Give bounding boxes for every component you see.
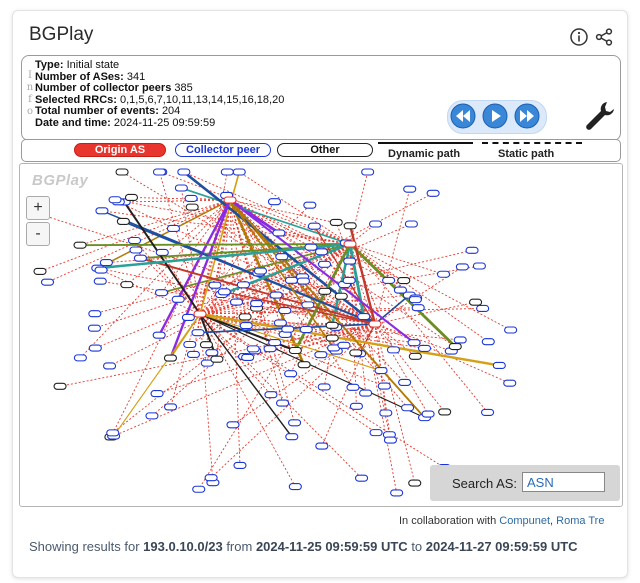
compunet-link[interactable]: Compunet	[499, 515, 550, 527]
legend-dynamic-path: Dynamic path	[378, 140, 473, 160]
info-icon[interactable]	[569, 27, 589, 47]
info-datetime: Date and time: 2024-11-25 09:59:59	[35, 116, 216, 129]
playback-controls	[447, 98, 615, 134]
graph-edges	[33, 168, 518, 497]
legend-other: Other	[277, 143, 373, 157]
info-vertical-label: I n f o	[26, 70, 34, 117]
search-as-label: Search AS:	[452, 476, 518, 491]
widget-title: BGPlay	[29, 24, 94, 45]
roma-tre-link[interactable]: Roma Tre	[556, 515, 604, 527]
results-summary: Showing results for 193.0.10.0/23 from 2…	[29, 539, 578, 554]
info-panel: I n f o Type: Initial state Number of AS…	[21, 55, 621, 141]
results-from: 2024-11-25 09:59:59 UTC	[255, 539, 408, 554]
legend: Origin AS Collector peer Other Dynamic p…	[21, 139, 621, 162]
legend-collector-peer: Collector peer	[175, 143, 271, 157]
legend-origin-as: Origin AS	[74, 143, 166, 157]
zoom-in-button[interactable]: +	[26, 196, 50, 220]
collaboration-note: In collaboration with Compunet, Roma Tre	[399, 515, 605, 527]
fast-forward-icon[interactable]	[514, 103, 540, 129]
play-icon[interactable]	[482, 103, 508, 129]
wrench-icon[interactable]	[583, 99, 617, 133]
results-prefix: 193.0.10.0/23	[143, 539, 223, 554]
bgp-graph-canvas[interactable]: BGPlay + - Search AS:	[19, 163, 623, 507]
results-to: 2024-11-27 09:59:59 UTC	[425, 539, 578, 554]
search-as-panel: Search AS:	[430, 465, 620, 501]
info-lines: Type: Initial state Number of ASes: 341 …	[35, 59, 284, 129]
search-as-input[interactable]	[522, 472, 605, 492]
bgplay-watermark: BGPlay	[32, 172, 89, 189]
rewind-icon[interactable]	[450, 103, 476, 129]
bgplay-widget: BGPlay I n f o Type: Initial state Numbe…	[12, 10, 628, 578]
legend-static-path: Static path	[482, 140, 582, 160]
zoom-out-button[interactable]: -	[26, 222, 50, 246]
share-icon[interactable]	[594, 27, 614, 47]
